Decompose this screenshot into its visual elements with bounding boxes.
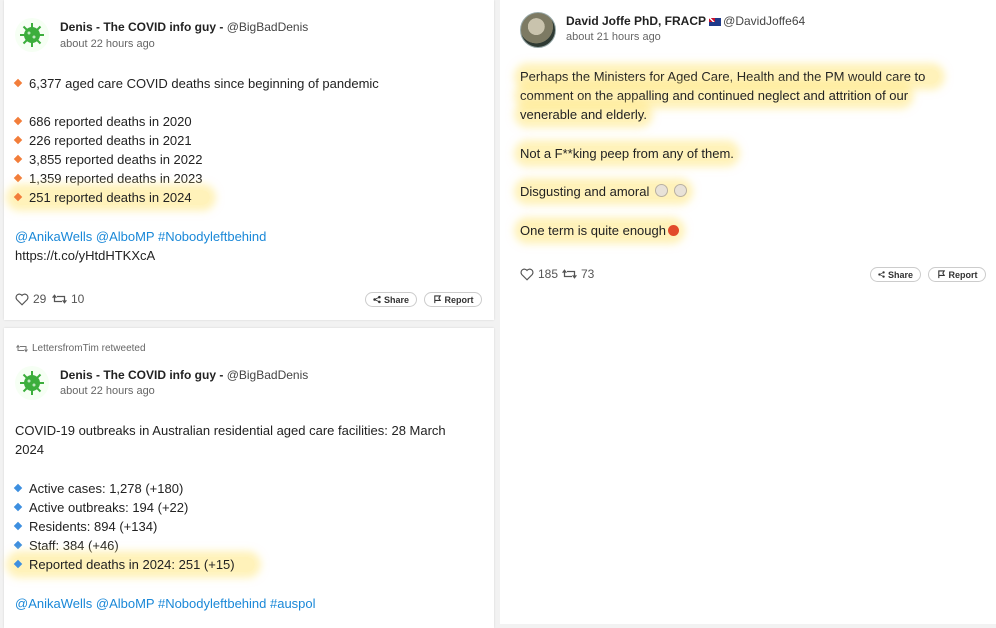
tweet-intro-line: COVID-19 outbreaks in Australian residen… (15, 423, 446, 438)
report-flag-icon (937, 270, 945, 279)
list-item: 226 reported deaths in 2021 (12, 133, 192, 148)
blue-diamond-icon (13, 559, 23, 569)
author-line[interactable]: David Joffe PhD, FRACP @DavidJoffe64 (566, 14, 805, 28)
tweet-card-2: LettersfromTim retweeted Denis - The COV… (4, 328, 494, 628)
orange-diamond-icon (13, 192, 23, 202)
author-name[interactable]: Denis - The COVID info guy (60, 20, 216, 34)
tweet-card-3: David Joffe PhD, FRACP @DavidJoffe64 abo… (500, 0, 996, 624)
report-flag-icon (433, 295, 441, 304)
retweet-icon[interactable] (562, 268, 577, 280)
author-name[interactable]: David Joffe PhD, FRACP (566, 14, 706, 28)
tweet-time[interactable]: about 21 hours ago (566, 31, 661, 43)
share-button[interactable]: Share (365, 292, 417, 307)
retweet-icon[interactable] (52, 293, 67, 305)
list-item: 686 reported deaths in 2020 (12, 114, 192, 129)
like-count: 29 (33, 292, 47, 306)
tweet-text-line: venerable and elderly. (520, 107, 647, 122)
virus-avatar-icon[interactable] (15, 18, 49, 52)
author-handle[interactable]: @DavidJoffe64 (723, 14, 805, 28)
blue-diamond-icon (13, 521, 23, 531)
tweet-text-line: Perhaps the Ministers for Aged Care, Hea… (520, 69, 940, 84)
australia-flag-icon (709, 17, 722, 26)
retweet-count: 73 (581, 267, 595, 281)
tweet-text-line: Not a F**king peep from any of them. (520, 146, 734, 161)
orange-diamond-icon (13, 116, 23, 126)
user-avatar[interactable] (520, 12, 556, 48)
tweet-hashtags[interactable]: @AnikaWells @AlboMP #Nobodyleftbehind #a… (15, 596, 316, 611)
list-item: Active cases: 1,278 (+180) (12, 481, 183, 496)
blue-diamond-icon (13, 502, 23, 512)
angry-face-emoji-icon (667, 225, 679, 236)
like-stat[interactable]: 185 (520, 267, 558, 281)
list-item: 1,359 reported deaths in 2023 (12, 171, 202, 186)
tweet-intro-line: 2024 (15, 442, 44, 457)
share-icon (373, 295, 381, 304)
author-handle[interactable]: @BigBadDenis (227, 368, 309, 382)
share-button[interactable]: Share (870, 267, 921, 282)
list-item: Residents: 894 (+134) (12, 519, 157, 534)
list-item: Active outbreaks: 194 (+22) (12, 500, 188, 515)
tweet-text-line: Disgusting and amoral (520, 184, 687, 199)
tweet-text-line: One term is quite enough (520, 223, 679, 238)
like-stat[interactable]: 29 (15, 292, 46, 306)
retweet-stat[interactable]: 10 (52, 292, 84, 306)
list-item: Staff: 384 (+46) (12, 538, 119, 553)
skull-emoji-icon (673, 184, 687, 197)
retweet-stat[interactable]: 73 (562, 267, 594, 281)
orange-diamond-icon (13, 78, 23, 88)
tweet-summary: 6,377 aged care COVID deaths since begin… (12, 76, 379, 91)
author-line[interactable]: Denis - The COVID info guy - @BigBadDeni… (60, 20, 308, 34)
list-item: 3,855 reported deaths in 2022 (12, 152, 202, 167)
list-item-highlighted: 251 reported deaths in 2024 (12, 190, 210, 205)
author-name[interactable]: Denis - The COVID info guy (60, 368, 216, 382)
tweet-hashtags[interactable]: @AnikaWells @AlboMP #Nobodyleftbehind (15, 229, 266, 244)
tweet-card-1: Denis - The COVID info guy - @BigBadDeni… (4, 0, 494, 320)
virus-avatar-icon[interactable] (15, 366, 49, 400)
blue-diamond-icon (13, 483, 23, 493)
blue-diamond-icon (13, 540, 23, 550)
author-handle[interactable]: @BigBadDenis (227, 20, 309, 34)
like-count: 185 (538, 267, 559, 281)
tweet-text-line: comment on the appalling and continued n… (520, 88, 909, 103)
orange-diamond-icon (13, 154, 23, 164)
heart-icon[interactable] (520, 268, 534, 281)
heart-icon[interactable] (15, 293, 29, 306)
tweet-time[interactable]: about 22 hours ago (60, 385, 155, 397)
orange-diamond-icon (13, 135, 23, 145)
list-item-highlighted: Reported deaths in 2024: 251 (+15) (12, 557, 255, 572)
skull-emoji-icon (654, 184, 668, 197)
share-icon (878, 271, 885, 278)
tweet-link[interactable]: https://t.co/yHtdHTKXcA (15, 248, 155, 263)
tweet-time[interactable]: about 22 hours ago (60, 38, 155, 50)
report-button[interactable]: Report (424, 292, 482, 307)
author-line[interactable]: Denis - The COVID info guy - @BigBadDeni… (60, 368, 308, 382)
retweet-count: 10 (71, 292, 85, 306)
report-button[interactable]: Report (928, 267, 986, 282)
orange-diamond-icon (13, 173, 23, 183)
retweet-icon (16, 344, 28, 353)
retweeted-by[interactable]: LettersfromTim retweeted (16, 343, 146, 354)
